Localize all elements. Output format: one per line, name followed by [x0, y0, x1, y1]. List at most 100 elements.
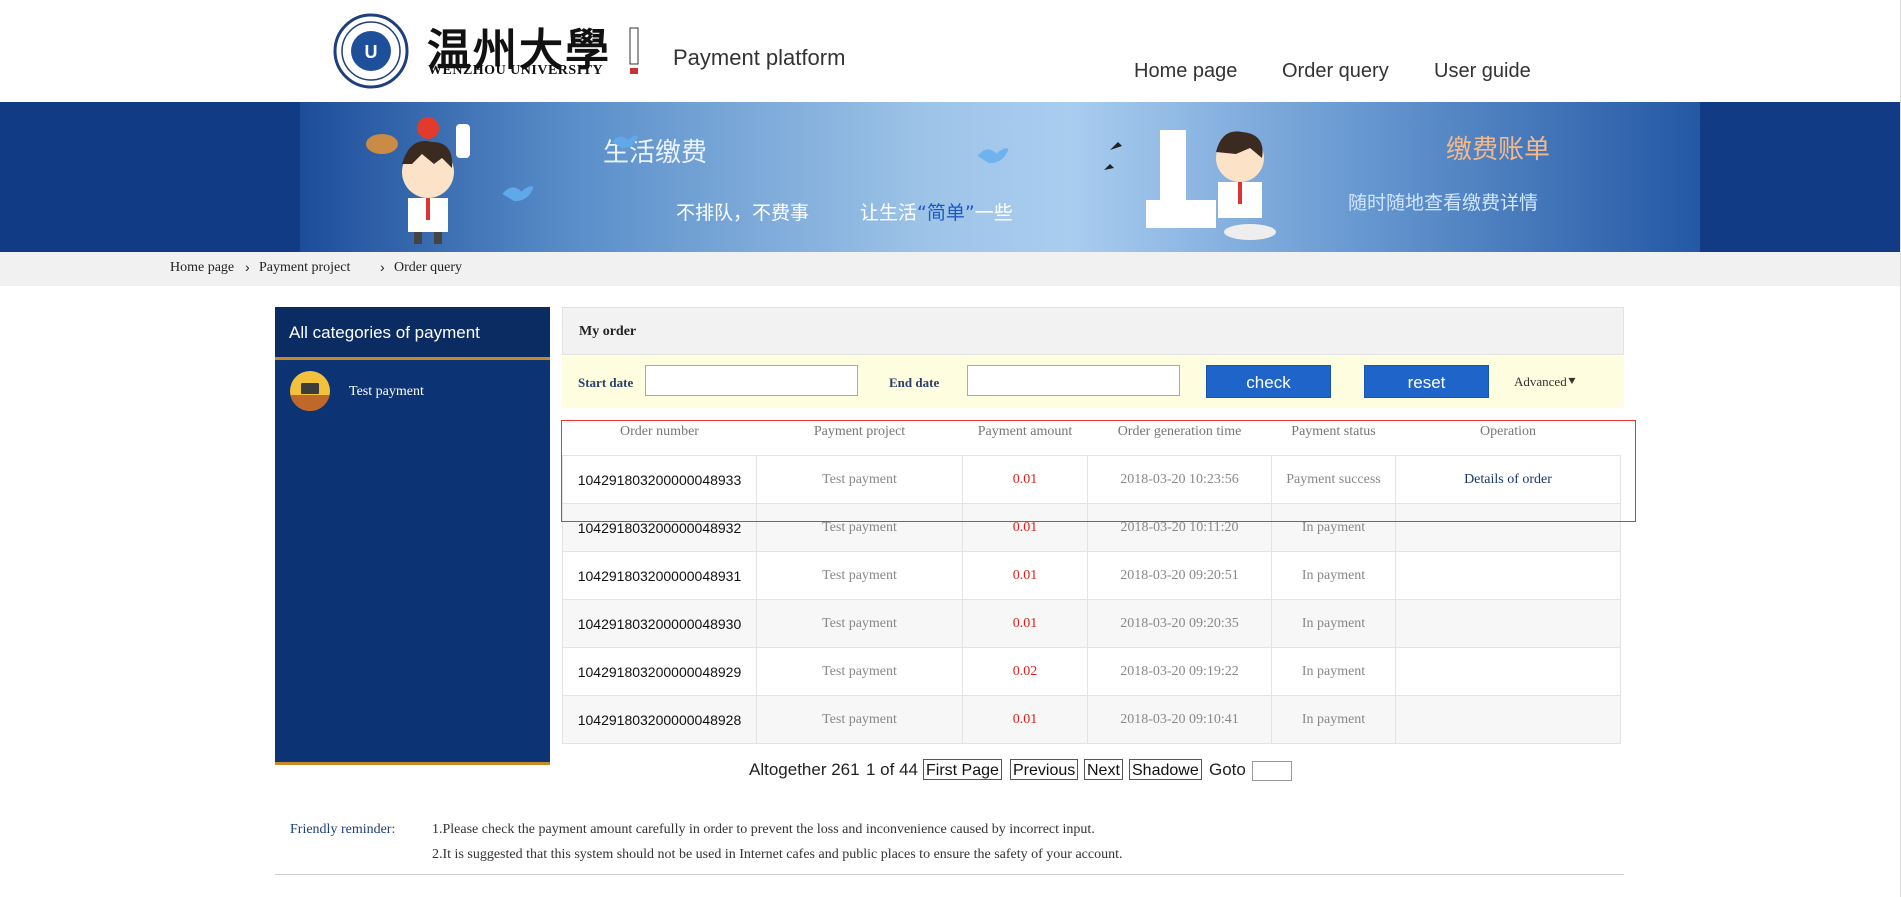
sidebar-footer-line — [275, 762, 550, 765]
footer-divider — [275, 874, 1624, 875]
payment-amount-cell: 0.01 — [962, 695, 1088, 744]
next-page-button[interactable]: Next — [1084, 759, 1123, 780]
table-header-row: Order number Payment project Payment amo… — [562, 408, 1621, 456]
operation-cell — [1395, 599, 1621, 648]
start-date-input[interactable] — [645, 365, 858, 396]
pager-total: Altogether 261 — [749, 760, 860, 779]
start-date-label: Start date — [578, 375, 634, 390]
table-row: 104291803200000048931 Test payment 0.01 … — [562, 551, 1621, 600]
reset-button[interactable]: reset — [1364, 365, 1489, 398]
payment-project-cell: Test payment — [756, 599, 963, 648]
bird-icon — [502, 186, 534, 202]
order-number-cell: 104291803200000048931 — [562, 551, 757, 600]
payment-amount-cell: 0.01 — [962, 503, 1088, 552]
cartoon-office-right-icon — [1104, 130, 1276, 240]
chevron-right-icon: › — [245, 259, 250, 275]
banner-left-sub3: 一些 — [974, 202, 1013, 224]
payment-project-cell: Test payment — [756, 503, 963, 552]
column-header-payment-amount: Payment amount — [962, 408, 1088, 456]
payment-status-cell: In payment — [1271, 647, 1396, 696]
operation-cell — [1395, 503, 1621, 552]
goto-page-input[interactable] — [1252, 761, 1292, 781]
banner-left-sub1: 不排队，不费事 — [676, 202, 810, 224]
first-page-button[interactable]: First Page — [923, 759, 1002, 780]
previous-page-button[interactable]: Previous — [1010, 759, 1079, 780]
details-of-order-link[interactable]: Details of order — [1395, 455, 1621, 504]
payment-status-cell: In payment — [1271, 551, 1396, 600]
cartoon-boy-left-icon — [366, 117, 470, 244]
payment-status-cell: Payment success — [1271, 455, 1396, 504]
breadcrumb-order-query: Order query — [394, 260, 463, 275]
date-filter-bar: Start date End date check reset Advanced… — [562, 356, 1624, 408]
sidebar-item-test-payment[interactable]: Test payment — [275, 369, 550, 415]
last-page-button[interactable]: Shadowe — [1129, 759, 1202, 780]
site-header: U 温州大學 WENZHOU UNIVERSITY Payment platfo… — [0, 0, 1901, 102]
sidebar-header: All categories of payment — [275, 307, 550, 360]
end-date-input[interactable] — [967, 365, 1180, 396]
nav-user-guide[interactable]: User guide — [1434, 60, 1531, 83]
order-number-cell: 104291803200000048933 — [562, 455, 757, 504]
table-row: 104291803200000048928 Test payment 0.01 … — [562, 695, 1621, 744]
promo-banner: 生活缴费 不排队，不费事 让生活“简单”一些 缴费账单 随时随地查看缴费详情 — [0, 102, 1901, 252]
operation-cell — [1395, 695, 1621, 744]
payment-amount-cell: 0.01 — [962, 455, 1088, 504]
banner-image: 生活缴费 不排队，不费事 让生活“简单”一些 缴费账单 随时随地查看缴费详情 — [300, 102, 1700, 252]
university-seal-icon: U — [333, 13, 409, 89]
end-date-label: End date — [889, 375, 940, 390]
my-order-header: My order — [562, 307, 1624, 355]
order-number-cell: 104291803200000048930 — [562, 599, 757, 648]
reminder-label: Friendly reminder: — [290, 822, 396, 837]
payment-status-cell: In payment — [1271, 695, 1396, 744]
payment-project-cell: Test payment — [756, 455, 963, 504]
nav-home-page[interactable]: Home page — [1134, 60, 1237, 83]
payment-status-cell: In payment — [1271, 503, 1396, 552]
table-row: 104291803200000048929 Test payment 0.02 … — [562, 647, 1621, 696]
panel-title: My order — [579, 324, 637, 339]
operation-cell — [1395, 551, 1621, 600]
check-button[interactable]: check — [1206, 365, 1331, 398]
bird-icon — [612, 135, 638, 148]
advanced-search-toggle[interactable]: Advanced⯆ — [1514, 374, 1577, 390]
logo-english-name: WENZHOU UNIVERSITY — [428, 63, 604, 78]
computer-icon — [290, 371, 330, 411]
order-time-cell: 2018-03-20 09:20:51 — [1087, 551, 1272, 600]
svg-text:U: U — [365, 42, 378, 62]
payment-amount-cell: 0.02 — [962, 647, 1088, 696]
table-row: 104291803200000048932 Test payment 0.01 … — [562, 503, 1621, 552]
table-row: 104291803200000048933 Test payment 0.01 … — [562, 455, 1621, 504]
calligraphy-stamp-icon — [627, 26, 641, 76]
payment-categories-sidebar: All categories of payment Test payment — [275, 307, 550, 765]
platform-title: Payment platform — [673, 45, 846, 70]
order-time-cell: 2018-03-20 09:10:41 — [1087, 695, 1272, 744]
column-header-order-time: Order generation time — [1087, 408, 1272, 456]
breadcrumb-home[interactable]: Home page — [170, 260, 234, 276]
reminder-line-1: 1.Please check the payment amount carefu… — [432, 822, 1095, 837]
breadcrumb-payment-project[interactable]: Payment project — [259, 260, 350, 276]
goto-label: Goto — [1209, 760, 1246, 779]
banner-right-title: 缴费账单 — [1446, 135, 1551, 165]
nav-order-query[interactable]: Order query — [1282, 60, 1389, 83]
order-time-cell: 2018-03-20 09:20:35 — [1087, 599, 1272, 648]
payment-project-cell: Test payment — [756, 551, 963, 600]
sidebar-item-label: Test payment — [349, 384, 424, 399]
column-header-order-number: Order number — [562, 408, 757, 456]
reminder-line-2: 2.It is suggested that this system shoul… — [432, 847, 1123, 862]
payment-status-cell: In payment — [1271, 599, 1396, 648]
column-header-payment-project: Payment project — [756, 408, 963, 456]
bird-icon — [977, 148, 1009, 164]
column-header-operation: Operation — [1395, 408, 1621, 456]
pager-page-of: 1 of 44 — [866, 760, 918, 779]
column-header-payment-status: Payment status — [1271, 408, 1396, 456]
order-time-cell: 2018-03-20 09:19:22 — [1087, 647, 1272, 696]
orders-table: Order number Payment project Payment amo… — [562, 408, 1621, 744]
order-number-cell: 104291803200000048929 — [562, 647, 757, 696]
banner-left-sub-highlight: “简单” — [917, 202, 975, 224]
banner-right-sub: 随时随地查看缴费详情 — [1348, 192, 1539, 214]
order-number-cell: 104291803200000048932 — [562, 503, 757, 552]
operation-cell — [1395, 647, 1621, 696]
chevron-right-icon: › — [380, 259, 385, 275]
banner-left-sub2: 让生活 — [860, 202, 918, 224]
order-number-cell: 104291803200000048928 — [562, 695, 757, 744]
payment-amount-cell: 0.01 — [962, 551, 1088, 600]
banner-left-sub2-group: 让生活“简单”一些 — [860, 198, 1013, 225]
